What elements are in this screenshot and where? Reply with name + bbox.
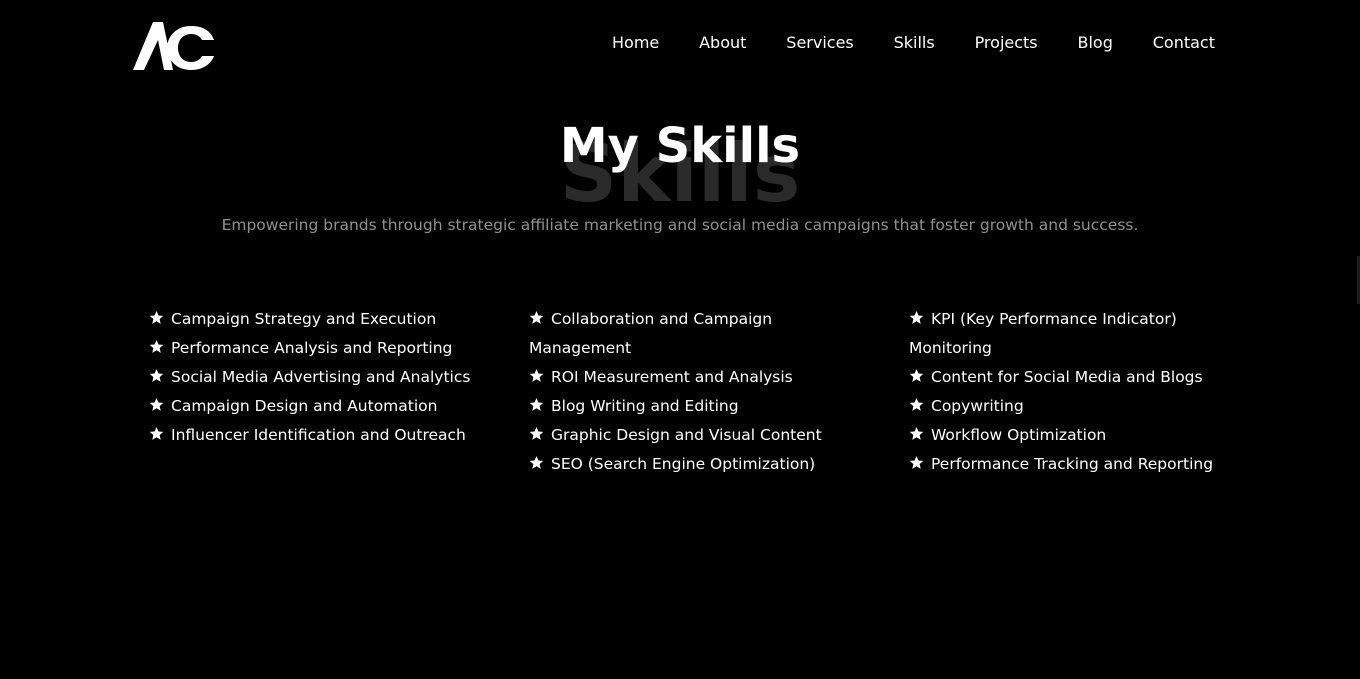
main-nav: Home About Services Skills Projects Blog… (612, 33, 1215, 52)
nav-home[interactable]: Home (612, 33, 659, 52)
skill-item: Social Media Advertising and Analytics (149, 363, 479, 392)
skill-label: Influencer Identification and Outreach (171, 426, 466, 444)
skill-label: KPI (Key Performance Indicator) Monitori… (909, 310, 1177, 357)
skill-item: Influencer Identification and Outreach (149, 421, 479, 450)
star-icon (909, 368, 924, 382)
skill-item: Performance Analysis and Reporting (149, 334, 479, 363)
skill-item: Content for Social Media and Blogs (909, 363, 1249, 392)
skill-label: Blog Writing and Editing (551, 397, 739, 415)
star-icon (909, 310, 924, 324)
nav-services[interactable]: Services (786, 33, 853, 52)
skill-label: SEO (Search Engine Optimization) (551, 455, 816, 473)
star-icon (529, 397, 544, 411)
nav-blog[interactable]: Blog (1078, 33, 1113, 52)
star-icon (529, 368, 544, 382)
star-icon (529, 310, 544, 324)
page: Home About Services Skills Projects Blog… (0, 0, 1360, 679)
star-icon (529, 455, 544, 469)
section-subtitle: Empowering brands through strategic affi… (221, 216, 1139, 234)
skill-item: Graphic Design and Visual Content (529, 421, 859, 450)
star-icon (149, 310, 164, 324)
nav-skills[interactable]: Skills (894, 33, 935, 52)
star-icon (149, 426, 164, 440)
skill-item: Workflow Optimization (909, 421, 1249, 450)
skill-label: Performance Analysis and Reporting (171, 339, 453, 357)
ac-logo[interactable] (133, 20, 215, 72)
skill-item: Campaign Design and Automation (149, 392, 479, 421)
skill-label: Graphic Design and Visual Content (551, 426, 822, 444)
skill-label: Collaboration and Campaign Management (529, 310, 773, 357)
skill-item: Blog Writing and Editing (529, 392, 859, 421)
skill-item: SEO (Search Engine Optimization) (529, 450, 859, 479)
star-icon (909, 455, 924, 469)
star-icon (529, 426, 544, 440)
skill-label: Copywriting (931, 397, 1024, 415)
skill-label: Performance Tracking and Reporting (931, 455, 1214, 473)
skill-label: Campaign Design and Automation (171, 397, 438, 415)
nav-about[interactable]: About (699, 33, 746, 52)
nav-projects[interactable]: Projects (975, 33, 1038, 52)
skills-column-1: Campaign Strategy and Execution Performa… (149, 305, 479, 450)
skill-item: Performance Tracking and Reporting (909, 450, 1249, 479)
star-icon (149, 339, 164, 353)
skill-label: Social Media Advertising and Analytics (171, 368, 471, 386)
skill-item: Copywriting (909, 392, 1249, 421)
nav-contact[interactable]: Contact (1153, 33, 1215, 52)
section-title: My Skills (559, 118, 801, 174)
skill-label: ROI Measurement and Analysis (551, 368, 793, 386)
skills-column-3: KPI (Key Performance Indicator) Monitori… (909, 305, 1249, 479)
skill-label: Content for Social Media and Blogs (931, 368, 1203, 386)
skill-item: KPI (Key Performance Indicator) Monitori… (909, 305, 1249, 363)
skill-item: ROI Measurement and Analysis (529, 363, 859, 392)
skill-label: Workflow Optimization (931, 426, 1107, 444)
star-icon (909, 397, 924, 411)
star-icon (149, 368, 164, 382)
skills-column-2: Collaboration and Campaign Management RO… (529, 305, 859, 479)
skill-label: Campaign Strategy and Execution (171, 310, 437, 328)
skill-item: Collaboration and Campaign Management (529, 305, 859, 363)
star-icon (909, 426, 924, 440)
star-icon (149, 397, 164, 411)
skill-item: Campaign Strategy and Execution (149, 305, 479, 334)
